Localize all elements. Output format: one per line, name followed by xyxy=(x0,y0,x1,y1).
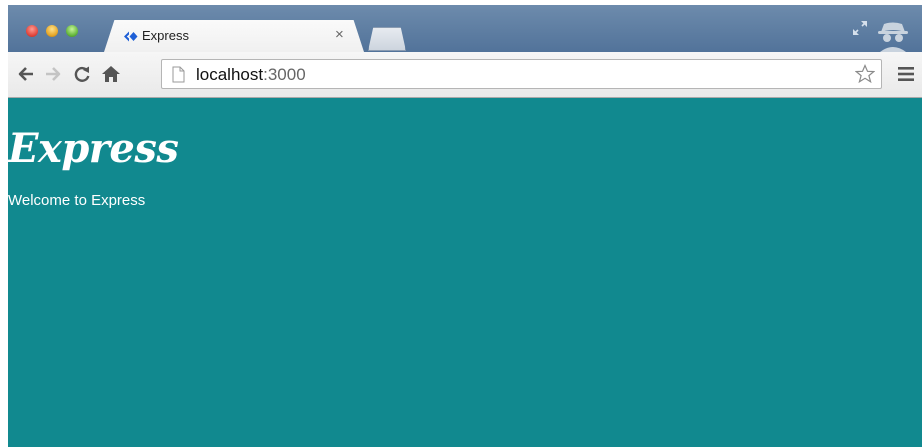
tab-close-icon[interactable]: × xyxy=(335,26,344,43)
back-arrow-icon[interactable] xyxy=(16,64,36,84)
title-bar: Express × xyxy=(8,5,922,52)
forward-arrow-icon[interactable] xyxy=(43,64,63,84)
incognito-icon xyxy=(878,22,908,52)
browser-toolbar: localhost:3000 xyxy=(8,52,922,98)
new-tab-button[interactable] xyxy=(368,27,406,51)
page-icon xyxy=(172,66,185,83)
browser-window: Express × localhost:3000 Express Welcome… xyxy=(8,5,922,447)
reload-icon[interactable] xyxy=(72,64,92,84)
page-content: Express Welcome to Express xyxy=(8,98,922,447)
express-favicon-icon xyxy=(124,31,138,42)
menu-icon[interactable] xyxy=(898,66,914,82)
url-text[interactable]: localhost:3000 xyxy=(196,65,306,85)
star-icon[interactable] xyxy=(855,64,875,84)
zoom-window-button[interactable] xyxy=(66,25,78,37)
welcome-text: Welcome to Express xyxy=(8,192,146,209)
url-host: localhost xyxy=(196,65,264,84)
minimize-window-button[interactable] xyxy=(46,25,58,37)
close-window-button[interactable] xyxy=(26,25,38,37)
address-bar[interactable]: localhost:3000 xyxy=(161,59,882,89)
tab-express[interactable]: Express × xyxy=(104,20,364,52)
fullscreen-icon[interactable] xyxy=(851,19,869,37)
page-title: Express xyxy=(8,125,179,172)
home-icon[interactable] xyxy=(101,64,121,84)
url-port: :3000 xyxy=(263,65,306,84)
tab-title: Express xyxy=(142,28,189,43)
